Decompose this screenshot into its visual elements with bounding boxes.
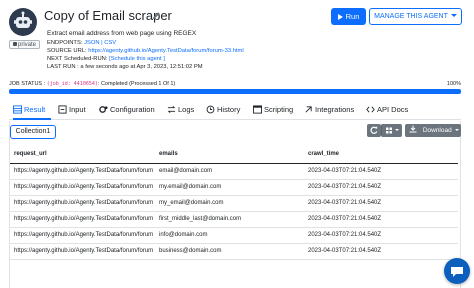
tab-history[interactable]: History [206, 100, 240, 120]
tab-input-label: Input [69, 105, 86, 114]
api-icon [366, 106, 375, 112]
refresh-button[interactable] [367, 124, 381, 137]
cell-crawl-time: 2023-04-03T07:21:04.540Z [308, 211, 458, 228]
cell-email: info@domain.com [159, 227, 308, 244]
job-progress-fill [9, 89, 461, 94]
cell-crawl-time: 2023-04-03T07:21:04.540Z [308, 243, 458, 260]
cell-crawl-time: 2023-04-03T07:21:04.540Z [308, 227, 458, 244]
input-icon [58, 104, 67, 114]
cell-request-url: https://agenty.github.io/Agenty.TestData… [10, 179, 159, 196]
columns-dropdown-button[interactable] [381, 124, 402, 137]
table-header-row: request_url emails crawl_time [10, 145, 458, 164]
tab-configuration-label: Configuration [110, 105, 155, 114]
cell-crawl-time: 2023-04-03T07:21:04.540Z [308, 195, 458, 212]
column-header-crawl-time[interactable]: crawl_time [308, 145, 458, 164]
table-row: https://agenty.github.io/Agenty.TestData… [10, 211, 458, 228]
privacy-label: private [18, 42, 37, 48]
manage-agent-dropdown[interactable]: MANAGE THIS AGENT [369, 8, 462, 25]
source-url-line: SOURCE URL: https://agenty.github.io/Age… [47, 48, 244, 54]
cell-email: my_email@domain.com [159, 195, 308, 212]
last-run-label: LAST RUN : [47, 64, 79, 70]
endpoints-line: ENDPOINTS: JSON | CSV [47, 40, 116, 46]
column-header-request-url[interactable]: request_url [10, 145, 159, 164]
agent-description: Extract email address from web page usin… [47, 30, 197, 37]
job-progress-bar [9, 89, 461, 94]
robot-avatar-icon [9, 8, 37, 36]
tab-logs-label: Logs [178, 105, 195, 114]
next-run-label: NEXT Scheduled-RUN: [47, 56, 108, 62]
lock-icon [13, 42, 17, 46]
table-row: https://agenty.github.io/Agenty.TestData… [10, 243, 458, 260]
gears-icon [99, 105, 108, 113]
history-icon [206, 105, 215, 113]
manage-agent-label: MANAGE THIS AGENT [374, 13, 448, 20]
tab-result[interactable]: Result [13, 100, 51, 120]
cell-request-url: https://agenty.github.io/Agenty.TestData… [10, 211, 159, 228]
run-button-label: Run [345, 12, 360, 21]
chat-icon [451, 267, 463, 277]
tab-history-label: History [217, 105, 241, 114]
tab-api-docs[interactable]: API Docs [366, 100, 408, 120]
pencil-edit-icon[interactable] [152, 11, 161, 20]
job-status-label: JOB STATUS : [9, 81, 46, 87]
cell-crawl-time: 2023-04-03T07:21:04.540Z [308, 179, 458, 196]
table-row: https://agenty.github.io/Agenty.TestData… [10, 195, 458, 212]
job-status-text: : Completed (Processed 1 Of 1) [97, 81, 176, 87]
table-row: https://agenty.github.io/Agenty.TestData… [10, 227, 458, 244]
download-label: Download [422, 127, 452, 134]
last-run-value: a few seconds ago at Apr 3, 2023, 12:51:… [80, 64, 203, 70]
tab-configuration[interactable]: Configuration [99, 100, 155, 120]
scripting-icon [253, 104, 262, 114]
tab-scripting-label: Scripting [264, 105, 294, 114]
table-row: https://agenty.github.io/Agenty.TestData… [10, 179, 458, 196]
cell-email: business@domain.com [159, 243, 308, 260]
download-icon [409, 125, 417, 133]
job-percent: 100% [446, 81, 461, 87]
collection-tab[interactable]: Collection1 [10, 125, 56, 139]
tab-input[interactable]: Input [58, 100, 86, 120]
source-url-link[interactable]: https://agenty.github.io/Agenty.TestData… [88, 48, 243, 54]
tab-integrations[interactable]: Integrations [304, 100, 354, 120]
cell-email: first_middle_last@domain.com [159, 211, 308, 228]
cell-email: email@domain.com [159, 163, 308, 180]
cell-email: my.email@domain.com [159, 179, 308, 196]
table-row: https://agenty.github.io/Agenty.TestData… [10, 163, 458, 180]
job-status-line: JOB STATUS : (job_id: 4410654): Complete… [9, 81, 175, 87]
run-button[interactable]: Run [331, 8, 366, 25]
play-icon [337, 13, 343, 20]
job-id: (job_id: 4410654) [46, 81, 98, 87]
next-run-line: NEXT Scheduled-RUN: [Schedule this agent… [47, 56, 165, 62]
last-run-line: LAST RUN : a few seconds ago at Apr 3, 2… [47, 64, 203, 70]
grid-icon [386, 127, 392, 134]
refresh-icon [370, 126, 378, 134]
chat-widget-button[interactable] [444, 258, 470, 284]
column-header-emails[interactable]: emails [159, 145, 308, 164]
table-icon [13, 104, 22, 114]
logs-icon [167, 105, 176, 113]
cell-request-url: https://agenty.github.io/Agenty.TestData… [10, 195, 159, 212]
agent-header: private Copy of Email scraper Extract em… [0, 0, 474, 78]
results-table: request_url emails crawl_time https://ag… [10, 145, 458, 260]
tab-result-label: Result [24, 105, 46, 114]
cell-request-url: https://agenty.github.io/Agenty.TestData… [10, 243, 159, 260]
tab-bar: Result Input Configuration Logs History … [9, 100, 461, 120]
tab-logs[interactable]: Logs [167, 100, 194, 120]
cell-request-url: https://agenty.github.io/Agenty.TestData… [10, 227, 159, 244]
schedule-agent-link[interactable]: [Schedule this agent ] [109, 56, 165, 62]
cell-request-url: https://agenty.github.io/Agenty.TestData… [10, 163, 159, 180]
endpoints-links[interactable]: JSON | CSV [84, 40, 116, 46]
download-button[interactable]: Download [405, 124, 461, 137]
tab-scripting[interactable]: Scripting [253, 100, 293, 120]
privacy-badge: private [9, 40, 41, 49]
caret-down-icon [450, 14, 457, 17]
caret-down-icon [395, 129, 399, 131]
tab-integrations-label: Integrations [315, 105, 355, 114]
cell-crawl-time: 2023-04-03T07:21:04.540Z [308, 163, 458, 180]
integrations-icon [305, 105, 312, 113]
endpoints-label: ENDPOINTS: [47, 40, 83, 46]
caret-down-icon [454, 129, 459, 131]
tab-api-docs-label: API Docs [377, 105, 409, 114]
source-url-label: SOURCE URL: [47, 48, 87, 54]
